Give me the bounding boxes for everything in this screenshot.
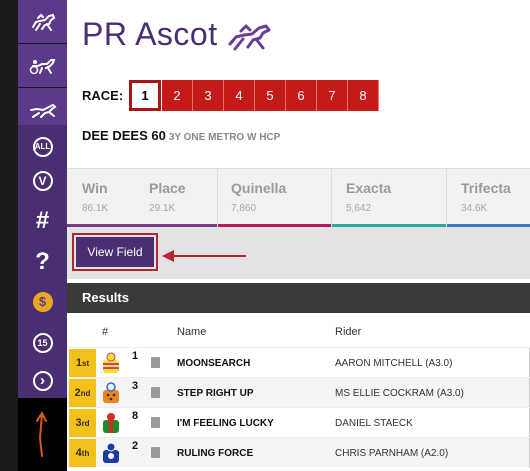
- pool-trifecta[interactable]: Trifecta 34.6K: [461, 169, 530, 228]
- race-class: 3Y ONE METRO W HCP: [168, 132, 281, 143]
- hash-icon: #: [35, 206, 50, 234]
- results-column-headers: # Name Rider: [67, 317, 530, 347]
- pool-exacta[interactable]: Exacta 5,642: [346, 169, 446, 228]
- horse-racing-icon: [31, 13, 55, 31]
- all-icon: ALL: [32, 136, 53, 157]
- question-icon: ?: [35, 247, 50, 275]
- race-tab-3[interactable]: 3: [193, 80, 224, 111]
- jockey-silk-icon: [103, 413, 119, 433]
- pool-divider: [217, 169, 218, 228]
- pool-place[interactable]: Place 29.1K: [149, 169, 219, 228]
- col-number: #: [102, 326, 109, 338]
- jockey-silk-icon: [103, 352, 119, 373]
- pool-win[interactable]: Win 86.1K: [82, 169, 152, 228]
- table-row[interactable]: 1st 1 MOONSEARCH AARON MITCHELL (A3.0): [67, 347, 530, 378]
- v-button[interactable]: V: [18, 159, 67, 202]
- pool-name: Quinella: [231, 180, 287, 196]
- horse-name: MOONSEARCH: [177, 358, 251, 369]
- rider-name: DANIEL STAECK: [335, 418, 413, 429]
- racehorse-logo-icon: [228, 24, 271, 51]
- horse-name: STEP RIGHT UP: [177, 388, 254, 399]
- next-button[interactable]: ›: [18, 359, 67, 402]
- pool-value: 5,642: [346, 203, 372, 214]
- position-suffix: st: [82, 358, 90, 368]
- greyhound-icon: [29, 103, 57, 118]
- form-icon: [151, 357, 160, 368]
- position-suffix: rd: [81, 418, 90, 428]
- horse-number: 3: [132, 380, 139, 392]
- form-icon: [151, 417, 160, 428]
- pool-value: 86.1K: [82, 203, 109, 214]
- rider-name: CHRIS PARNHAM (A2.0): [335, 448, 449, 459]
- race-label: RACE:: [82, 88, 124, 103]
- horse-racing-button[interactable]: [18, 0, 67, 43]
- race-tabs: 1 2 3 4 5 6 7 8: [129, 80, 379, 111]
- table-row[interactable]: 2nd 3 STEP RIGHT UP MS ELLIE COCKRAM (A3…: [67, 377, 530, 408]
- race-name: DEE DEES 60 3Y ONE METRO W HCP: [82, 128, 280, 143]
- horse-name: I'M FEELING LUCKY: [177, 418, 274, 429]
- table-row[interactable]: 3rd 8 I'M FEELING LUCKY DANIEL STAECK: [67, 407, 530, 438]
- help-button[interactable]: ?: [18, 240, 67, 283]
- dollar-button[interactable]: $: [18, 280, 67, 323]
- position-badge: 4th: [69, 439, 96, 467]
- rider-name: AARON MITCHELL (A3.0): [335, 358, 453, 369]
- horse-number: 2: [132, 440, 139, 452]
- pools-bar: Win 86.1K Place 29.1K Quinella 7,860 Exa…: [67, 168, 530, 228]
- table-row[interactable]: 4th 2 RULING FORCE CHRIS PARNHAM (A2.0): [67, 437, 530, 468]
- race-tab-8[interactable]: 8: [348, 80, 379, 111]
- pool-divider: [446, 169, 447, 228]
- form-icon: [151, 387, 160, 398]
- pool-name: Win: [82, 180, 108, 196]
- view-field-button[interactable]: View Field: [76, 237, 154, 267]
- sidebar-bottom-panel: [18, 398, 67, 471]
- col-name: Name: [177, 326, 207, 338]
- v-icon: V: [32, 170, 53, 191]
- pool-name: Place: [149, 180, 186, 196]
- position-suffix: nd: [80, 388, 91, 398]
- pool-value: 34.6K: [461, 203, 488, 214]
- rider-name: MS ELLIE COCKRAM (A3.0): [335, 388, 464, 399]
- col-rider: Rider: [335, 326, 362, 338]
- arrow-up-icon: [36, 410, 47, 457]
- race-tab-2[interactable]: 2: [162, 80, 193, 111]
- position-badge: 3rd: [69, 409, 96, 437]
- page-title: PR Ascot: [82, 16, 218, 52]
- results-header: Results: [67, 283, 530, 313]
- race-name-title: DEE DEES 60: [82, 128, 166, 143]
- horse-name: RULING FORCE: [177, 448, 254, 459]
- position-badge: 1st: [69, 349, 96, 377]
- sidebar: ALL V # ? $ 15 ›: [0, 0, 67, 471]
- pool-quinella[interactable]: Quinella 7,860: [231, 169, 331, 228]
- race-tab-6[interactable]: 6: [286, 80, 317, 111]
- chevron-right-icon: ›: [32, 370, 53, 391]
- position-badge: 2nd: [69, 379, 96, 407]
- horse-number: 1: [132, 350, 139, 362]
- pool-name: Trifecta: [461, 180, 511, 196]
- hash-button[interactable]: #: [18, 199, 67, 242]
- pool-divider: [331, 169, 332, 228]
- harness-racing-button[interactable]: [18, 44, 67, 87]
- pool-value: 7,860: [231, 203, 257, 214]
- form-icon: [151, 447, 160, 458]
- horse-number: 8: [132, 410, 139, 422]
- pointer-arrow-icon: [162, 250, 246, 262]
- race-tab-1[interactable]: 1: [129, 80, 161, 111]
- jockey-silk-icon: [103, 442, 119, 463]
- race-tab-5[interactable]: 5: [255, 80, 286, 111]
- pool-value: 29.1K: [149, 203, 176, 214]
- dollar-icon: $: [32, 291, 53, 312]
- race-tab-4[interactable]: 4: [224, 80, 255, 111]
- fifteen-button[interactable]: 15: [18, 321, 67, 364]
- race-tab-7[interactable]: 7: [317, 80, 348, 111]
- position-suffix: th: [81, 448, 90, 458]
- jockey-silk-icon: [103, 382, 119, 403]
- harness-racing-icon: [29, 58, 55, 74]
- 15-icon: 15: [32, 332, 53, 353]
- pool-name: Exacta: [346, 180, 392, 196]
